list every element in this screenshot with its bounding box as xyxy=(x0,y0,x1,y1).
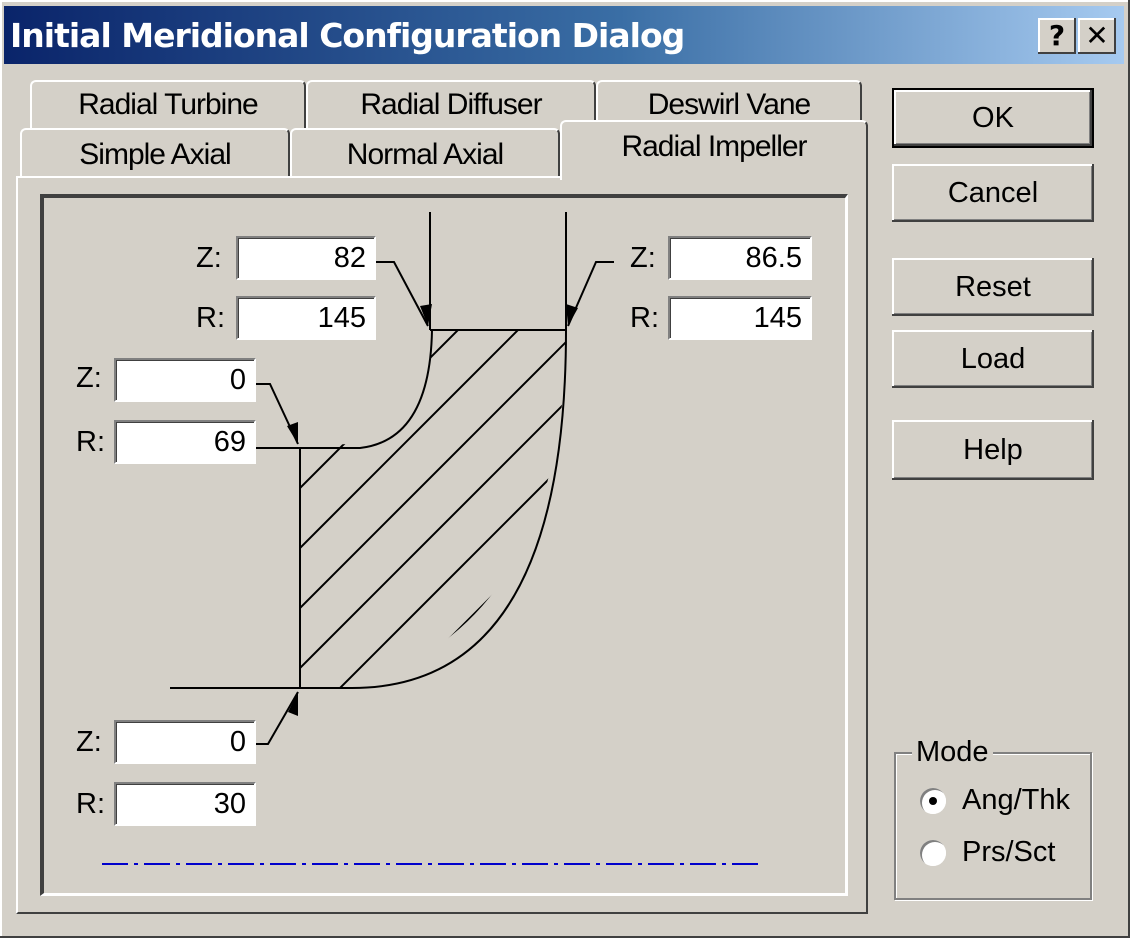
r-label: R: xyxy=(76,426,105,458)
mode-group xyxy=(894,752,1092,900)
hub-exit-z-field[interactable]: 0 xyxy=(114,358,256,402)
r-label: R: xyxy=(196,302,225,334)
hub-inlet-z-field[interactable]: 0 xyxy=(114,720,256,764)
leader-right-top xyxy=(567,261,614,327)
help-button[interactable]: Help xyxy=(892,420,1094,480)
radio-ang-thk[interactable] xyxy=(920,788,946,814)
r-label: R: xyxy=(76,788,105,820)
tab-label: Radial Impeller xyxy=(621,130,807,163)
tab-radial-impeller[interactable]: Radial Impeller xyxy=(560,120,868,180)
ok-button[interactable]: OK xyxy=(892,88,1094,148)
leader-hub xyxy=(256,383,299,445)
cancel-button[interactable]: Cancel xyxy=(892,164,1094,222)
reset-button[interactable]: Reset xyxy=(892,258,1094,316)
inlet-hub-r-field[interactable]: 145 xyxy=(236,296,376,340)
mode-group-title: Mode xyxy=(912,736,993,769)
hub-curve xyxy=(256,329,433,449)
r-label: R: xyxy=(630,302,659,334)
z-label: Z: xyxy=(196,242,222,274)
inlet-tip-r-field[interactable]: 145 xyxy=(668,296,812,340)
leader-bottom xyxy=(256,691,299,745)
z-label: Z: xyxy=(630,242,656,274)
z-label: Z: xyxy=(76,726,102,758)
z-label: Z: xyxy=(76,362,102,394)
leader-left-top xyxy=(376,261,429,327)
radio-label-ang-thk[interactable]: Ang/Thk xyxy=(962,784,1070,817)
radio-prs-sct[interactable] xyxy=(920,840,946,866)
inlet-tip-z-field[interactable]: 86.5 xyxy=(668,236,812,280)
inlet-hub-z-field[interactable]: 82 xyxy=(236,236,376,280)
dialog-window: Initial Meridional Configuration Dialog … xyxy=(0,0,1130,938)
load-button[interactable]: Load xyxy=(892,330,1094,388)
hub-exit-r-field[interactable]: 69 xyxy=(114,420,256,464)
hatch-pattern xyxy=(300,330,566,688)
radio-label-prs-sct[interactable]: Prs/Sct xyxy=(962,836,1055,869)
hub-inlet-r-field[interactable]: 30 xyxy=(114,782,256,826)
